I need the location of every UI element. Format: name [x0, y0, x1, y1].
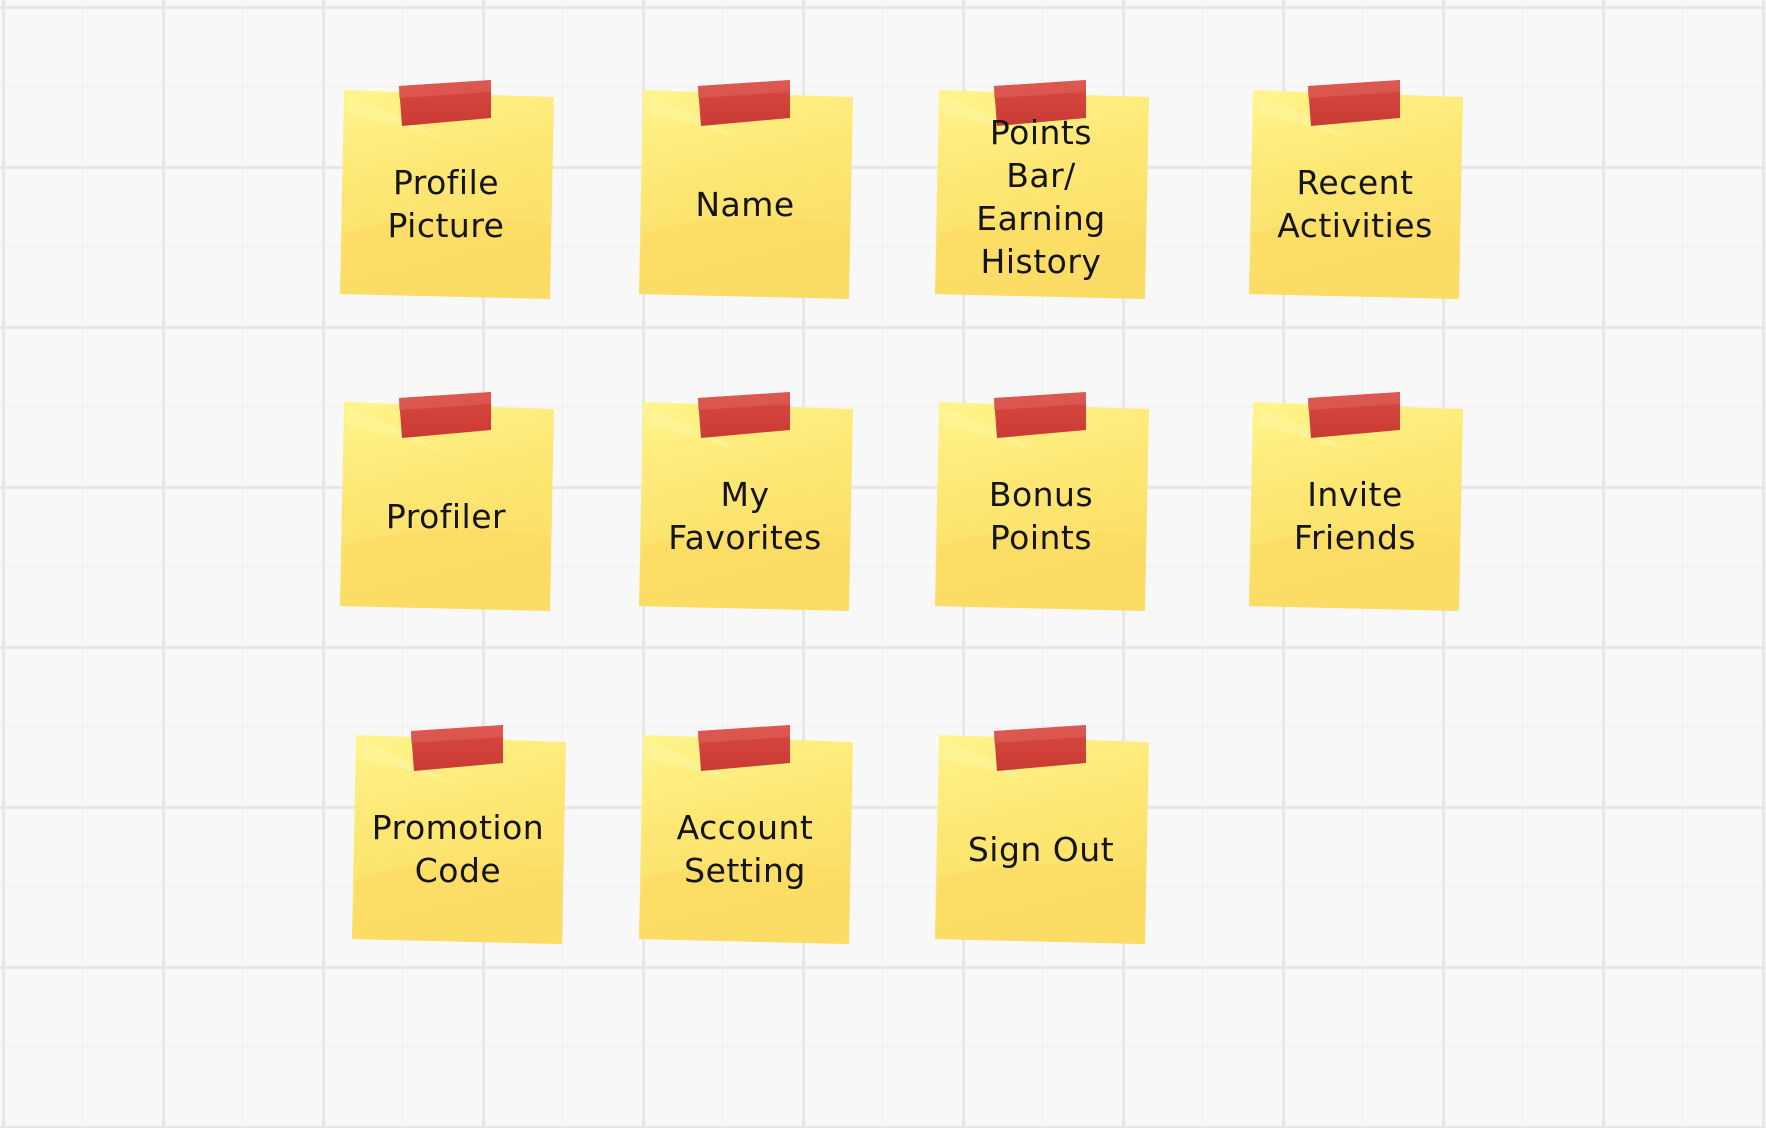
sticky-note-label: Promotion Code — [371, 808, 545, 890]
sticky-note-text: Profiler — [348, 430, 544, 602]
sticky-note-label: Profiler — [385, 496, 507, 536]
sticky-note-label: Bonus Points — [988, 475, 1094, 557]
sticky-note-text: Account Setting — [647, 763, 843, 935]
sticky-note-recent-activities[interactable]: Recent Activities — [1249, 80, 1463, 300]
sticky-note-label: Invite Friends — [1293, 475, 1417, 557]
sticky-note-label: Sign Out — [967, 829, 1115, 869]
sticky-note-sign-out[interactable]: Sign Out — [935, 725, 1149, 945]
sticky-note-profiler[interactable]: Profiler — [340, 392, 554, 612]
sticky-note-label: My Favorites — [668, 475, 822, 557]
sticky-note-text: Sign Out — [943, 763, 1139, 935]
sticky-note-promotion-code[interactable]: Promotion Code — [352, 725, 566, 945]
sticky-note-text: Points Bar/ Earning History — [943, 106, 1139, 288]
sticky-note-text: Name — [647, 118, 843, 290]
sticky-note-profile-picture[interactable]: Profile Picture — [340, 80, 554, 300]
sticky-note-account-setting[interactable]: Account Setting — [639, 725, 853, 945]
sticky-note-name[interactable]: Name — [639, 80, 853, 300]
sticky-note-text: Bonus Points — [943, 430, 1139, 602]
sticky-note-invite-friends[interactable]: Invite Friends — [1249, 392, 1463, 612]
sticky-note-text: My Favorites — [647, 430, 843, 602]
sticky-note-text: Invite Friends — [1257, 430, 1453, 602]
sticky-note-board: Profile Picture Name Points Bar/ Earning… — [0, 0, 1766, 1128]
sticky-note-points-bar-earning-history[interactable]: Points Bar/ Earning History — [935, 80, 1149, 300]
sticky-note-bonus-points[interactable]: Bonus Points — [935, 392, 1149, 612]
sticky-note-label: Profile Picture — [387, 163, 505, 245]
sticky-note-text: Profile Picture — [348, 118, 544, 290]
sticky-note-label: Account Setting — [676, 808, 814, 890]
sticky-note-text: Recent Activities — [1257, 118, 1453, 290]
sticky-note-text: Promotion Code — [360, 763, 556, 935]
sticky-note-label: Points Bar/ Earning History — [976, 113, 1106, 281]
sticky-note-my-favorites[interactable]: My Favorites — [639, 392, 853, 612]
sticky-note-label: Name — [695, 184, 795, 224]
sticky-note-label: Recent Activities — [1277, 163, 1433, 245]
